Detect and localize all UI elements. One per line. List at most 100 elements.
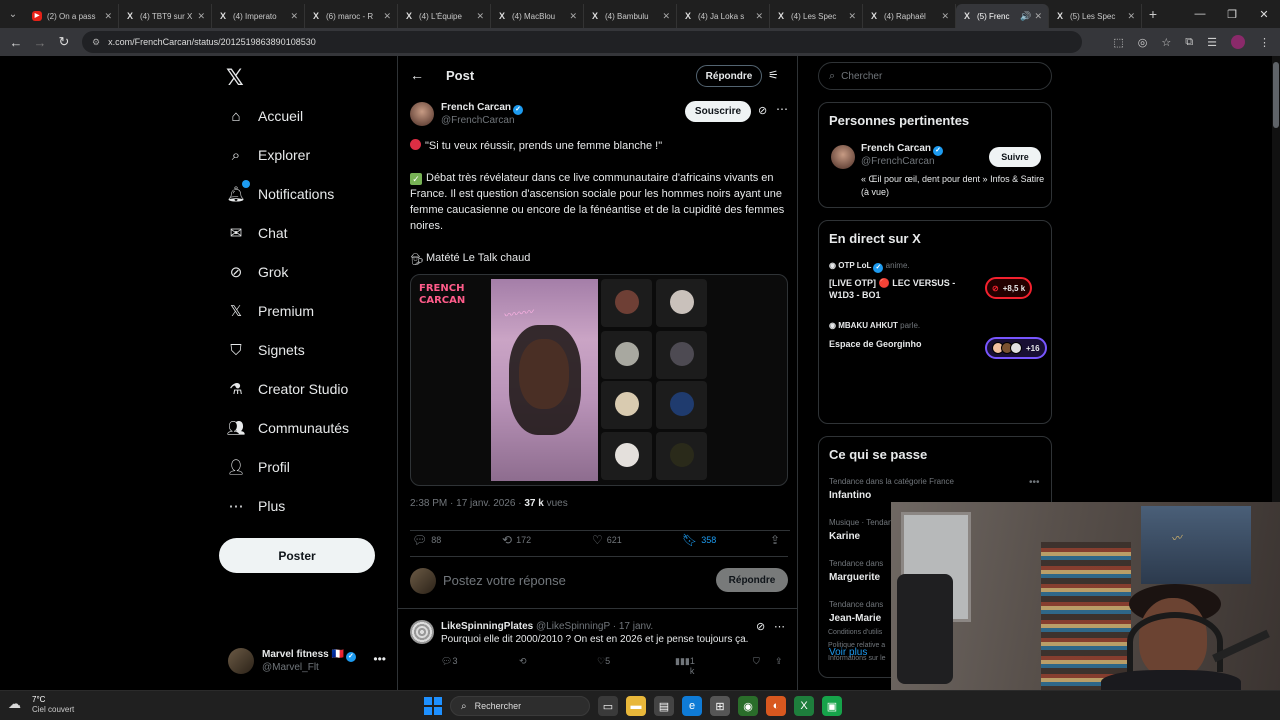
nav-item-profile[interactable]: 👤︎ Profil — [226, 452, 289, 482]
nav-item-grok[interactable]: ⊘ Grok — [226, 257, 289, 287]
forward-icon[interactable]: → — [28, 35, 52, 50]
site-info-icon[interactable]: ⚙ — [92, 37, 100, 48]
like-action[interactable]: ♡ 5 — [597, 656, 610, 667]
browser-tab[interactable]: X (4) Raphaël ✕ — [863, 4, 956, 28]
avatar[interactable] — [410, 102, 434, 126]
more-icon[interactable]: ⋯ — [776, 102, 788, 116]
windows-start-icon[interactable] — [424, 697, 442, 715]
close-tab-icon[interactable]: ✕ — [848, 11, 856, 22]
url-input[interactable]: ⚙ x.com/FrenchCarcan/status/201251986389… — [82, 31, 1082, 53]
trend-name[interactable]: Marguerite — [829, 572, 880, 583]
follow-button[interactable]: Suivre — [989, 147, 1041, 167]
live-listeners-badge[interactable]: ⊘ +8,5 k — [985, 277, 1033, 299]
tab-search-icon[interactable]: ⌄ — [0, 0, 26, 28]
more-icon[interactable]: ••• — [373, 652, 386, 666]
browser-tab-active[interactable]: X (5) Frenc 🔊 ✕ — [956, 4, 1049, 28]
browser-tab[interactable]: X (4) Bambulu ✕ — [584, 4, 677, 28]
close-tab-icon[interactable]: ✕ — [290, 11, 298, 22]
retweet-action[interactable]: ⟲ 172 — [502, 533, 531, 547]
browser-tab[interactable]: ▶ (2) On a pass ✕ — [26, 4, 119, 28]
audio-icon[interactable]: 🔊 — [1020, 11, 1031, 22]
tweet-handle[interactable]: @FrenchCarcan — [441, 115, 515, 126]
nav-item-notifications[interactable]: 🔔︎ Notifications — [226, 179, 334, 209]
close-tab-icon[interactable]: ✕ — [662, 11, 670, 22]
nav-item-creator-studio[interactable]: ⚗ Creator Studio — [226, 374, 348, 404]
browser-tab[interactable]: X (4) Ja Loka s ✕ — [677, 4, 770, 28]
nav-item-bookmarks[interactable]: ⛉ Signets — [226, 335, 304, 365]
tweet-author[interactable]: French Carcan — [441, 102, 511, 113]
edge-icon[interactable]: e — [682, 696, 702, 716]
views-action[interactable]: ▮▮▮ 1 k — [675, 656, 695, 676]
bookmark-action[interactable]: 🔖︎ 358 — [682, 533, 716, 547]
minimize-icon[interactable]: — — [1184, 0, 1216, 28]
close-tab-icon[interactable]: ✕ — [476, 11, 484, 22]
close-tab-icon[interactable]: ✕ — [1127, 11, 1135, 22]
taskbar-search[interactable]: ⌕ Rechercher — [450, 696, 590, 716]
footer-link[interactable]: Politique relative a — [828, 639, 886, 652]
nav-item-chat[interactable]: ✉ Chat — [226, 218, 288, 248]
back-icon[interactable]: ← — [4, 35, 28, 50]
excel-icon[interactable]: X — [794, 696, 814, 716]
search-input[interactable]: ⌕ Chercher — [818, 62, 1052, 90]
close-tab-icon[interactable]: ✕ — [941, 11, 949, 22]
install-icon[interactable]: ⬚ — [1113, 36, 1123, 49]
firefox-icon[interactable]: ◐ — [766, 696, 786, 716]
nav-item-home[interactable]: ⌂ Accueil — [226, 101, 303, 131]
browser-tab[interactable]: X (4) L'Équipe ✕ — [398, 4, 491, 28]
star-icon[interactable]: ☆ — [1161, 36, 1171, 49]
close-tab-icon[interactable]: ✕ — [104, 11, 112, 22]
weather-widget[interactable]: ☁ 7°C Ciel couvert — [8, 695, 74, 715]
app-icon[interactable]: ▣ — [822, 696, 842, 716]
browser-tab[interactable]: X (6) maroc - R ✕ — [305, 4, 398, 28]
notepad-icon[interactable]: ▤ — [654, 696, 674, 716]
close-tab-icon[interactable]: ✕ — [1034, 11, 1042, 22]
live-title[interactable]: [LIVE OTP] 🔴 LEC VERSUS - W1D3 - BO1 — [829, 277, 979, 301]
close-tab-icon[interactable]: ✕ — [197, 11, 205, 22]
nav-item-more[interactable]: ⋯ Plus — [226, 491, 286, 521]
nav-item-explore[interactable]: ⌕ Explorer — [226, 140, 310, 170]
close-tab-icon[interactable]: ✕ — [755, 11, 763, 22]
footer-link[interactable]: Conditions d'utilis — [828, 626, 886, 639]
live-listeners-badge[interactable]: +16 — [985, 337, 1047, 359]
sidepanel-icon[interactable]: ☰ — [1207, 36, 1217, 49]
nav-item-premium[interactable]: 𝕏 Premium — [226, 296, 314, 326]
maximize-icon[interactable]: ❐ — [1216, 0, 1248, 28]
browser-tab[interactable]: X (4) MacBlou ✕ — [491, 4, 584, 28]
close-window-icon[interactable]: ✕ — [1248, 0, 1280, 28]
profile-avatar[interactable] — [1231, 35, 1245, 49]
browser-tab[interactable]: X (4) Imperato ✕ — [212, 4, 305, 28]
trend-name[interactable]: Jean-Marie — [829, 613, 881, 624]
like-action[interactable]: ♡ 621 — [592, 533, 622, 547]
grok-icon[interactable]: ⊘ — [758, 104, 767, 117]
lens-icon[interactable]: ◎ — [1138, 36, 1148, 49]
trend-name[interactable]: Karine — [829, 531, 860, 542]
bookmark-icon[interactable]: ⛉ — [753, 656, 760, 667]
retweet-action[interactable]: ⟲ — [519, 656, 527, 667]
reply-submit-button[interactable]: Répondre — [716, 568, 788, 592]
grok-icon[interactable]: ⊘ — [756, 620, 765, 633]
settings-sliders-icon[interactable]: ⚟ — [768, 68, 779, 82]
browser-tab[interactable]: X (5) Les Spec ✕ — [1049, 4, 1142, 28]
avatar[interactable] — [410, 620, 434, 644]
close-tab-icon[interactable]: ✕ — [569, 11, 577, 22]
trend-more-icon[interactable]: ••• — [1029, 477, 1040, 488]
back-arrow-icon[interactable]: ← — [410, 67, 424, 83]
nav-item-communities[interactable]: 👥︎ Communautés — [226, 413, 349, 443]
share-icon[interactable]: ⇪ — [775, 656, 783, 667]
more-icon[interactable]: ⋯ — [774, 620, 785, 633]
reply-action[interactable]: 💬︎ 3 — [441, 656, 457, 667]
scrollbar-thumb[interactable] — [1273, 62, 1279, 128]
x-logo-icon[interactable]: 𝕏 — [226, 66, 244, 91]
task-view-icon[interactable]: ▭ — [598, 696, 618, 716]
post-button[interactable]: Poster — [219, 538, 375, 573]
browser-tab[interactable]: X (4) Les Spec ✕ — [770, 4, 863, 28]
footer-link[interactable]: Informations sur le — [828, 652, 886, 665]
live-title[interactable]: Espace de Georginho — [829, 338, 979, 350]
reply-input[interactable]: Postez votre réponse — [443, 573, 566, 588]
trend-name[interactable]: Infantino — [829, 490, 871, 501]
browser-tab[interactable]: X (4) TBT9 sur X ✕ — [119, 4, 212, 28]
tweet-time[interactable]: 2:38 PM · 17 janv. 2026 · — [410, 498, 524, 509]
share-action[interactable]: ⇪ — [770, 533, 784, 547]
store-icon[interactable]: ⊞ — [710, 696, 730, 716]
reply-header-button[interactable]: Répondre — [696, 65, 762, 87]
